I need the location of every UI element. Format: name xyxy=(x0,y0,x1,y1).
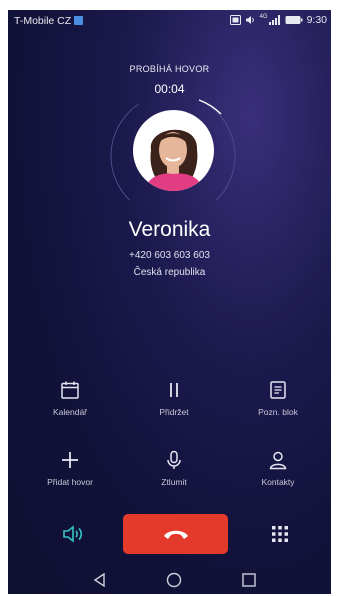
nfc-icon xyxy=(229,15,241,25)
contact-avatar xyxy=(133,110,214,191)
calendar-label: Kalendář xyxy=(52,407,88,417)
mute-label: Ztlumit xyxy=(161,477,187,487)
pause-icon xyxy=(170,383,178,397)
phone-number: +420 603 603 603 xyxy=(129,250,210,261)
hold-button[interactable]: Přidržet xyxy=(134,380,214,417)
recents-icon[interactable] xyxy=(241,572,257,588)
contacts-label: Kontakty xyxy=(261,477,295,487)
contact-country: Česká republika xyxy=(133,267,206,278)
dialpad-icon xyxy=(272,526,288,542)
home-icon[interactable] xyxy=(166,572,182,588)
end-call-button[interactable] xyxy=(123,514,228,554)
status-icons: 4G 9:30 xyxy=(229,14,327,26)
call-status: PROBÍHÁ HOVOR xyxy=(129,64,210,74)
notification-icon xyxy=(74,16,84,25)
hold-label: Přidržet xyxy=(159,407,189,417)
mute-button[interactable]: Ztlumit xyxy=(134,450,214,487)
speaker-icon xyxy=(63,525,83,543)
calendar-icon xyxy=(61,381,79,399)
microphone-icon xyxy=(167,450,181,469)
signal-icon xyxy=(268,15,280,25)
notepad-icon xyxy=(270,381,286,399)
speaker-volume-icon xyxy=(245,16,254,24)
dialpad-button[interactable] xyxy=(270,524,290,549)
add-call-label: Přidat hovor xyxy=(47,477,93,487)
notepad-label: Pozn. blok xyxy=(258,407,298,417)
add-call-icon xyxy=(62,452,78,468)
battery-icon xyxy=(285,16,303,24)
notepad-button[interactable]: Pozn. blok xyxy=(238,380,318,417)
hang-up-icon xyxy=(163,530,188,539)
status-bar: T-Mobile CZ 4G 9:30 xyxy=(8,10,331,32)
network-type: 4G xyxy=(259,14,268,20)
phone-screen: T-Mobile CZ 4G 9:30 PROBÍHÁ HOVOR 00:04 … xyxy=(8,10,331,594)
contact-photo xyxy=(133,110,214,191)
speaker-button[interactable] xyxy=(62,524,84,549)
contact-name: Veronika xyxy=(128,218,211,241)
contacts-button[interactable]: Kontakty xyxy=(238,450,318,487)
back-icon[interactable] xyxy=(92,572,108,588)
contacts-icon xyxy=(269,451,287,470)
navigation-bar xyxy=(8,568,331,594)
calendar-button[interactable]: Kalendář xyxy=(30,380,110,417)
carrier-label: T-Mobile CZ xyxy=(14,15,72,27)
carrier: T-Mobile CZ xyxy=(14,15,84,27)
status-time: 9:30 xyxy=(306,14,327,26)
call-timer: 00:04 xyxy=(154,82,185,96)
add-call-button[interactable]: Přidat hovor xyxy=(30,450,110,487)
